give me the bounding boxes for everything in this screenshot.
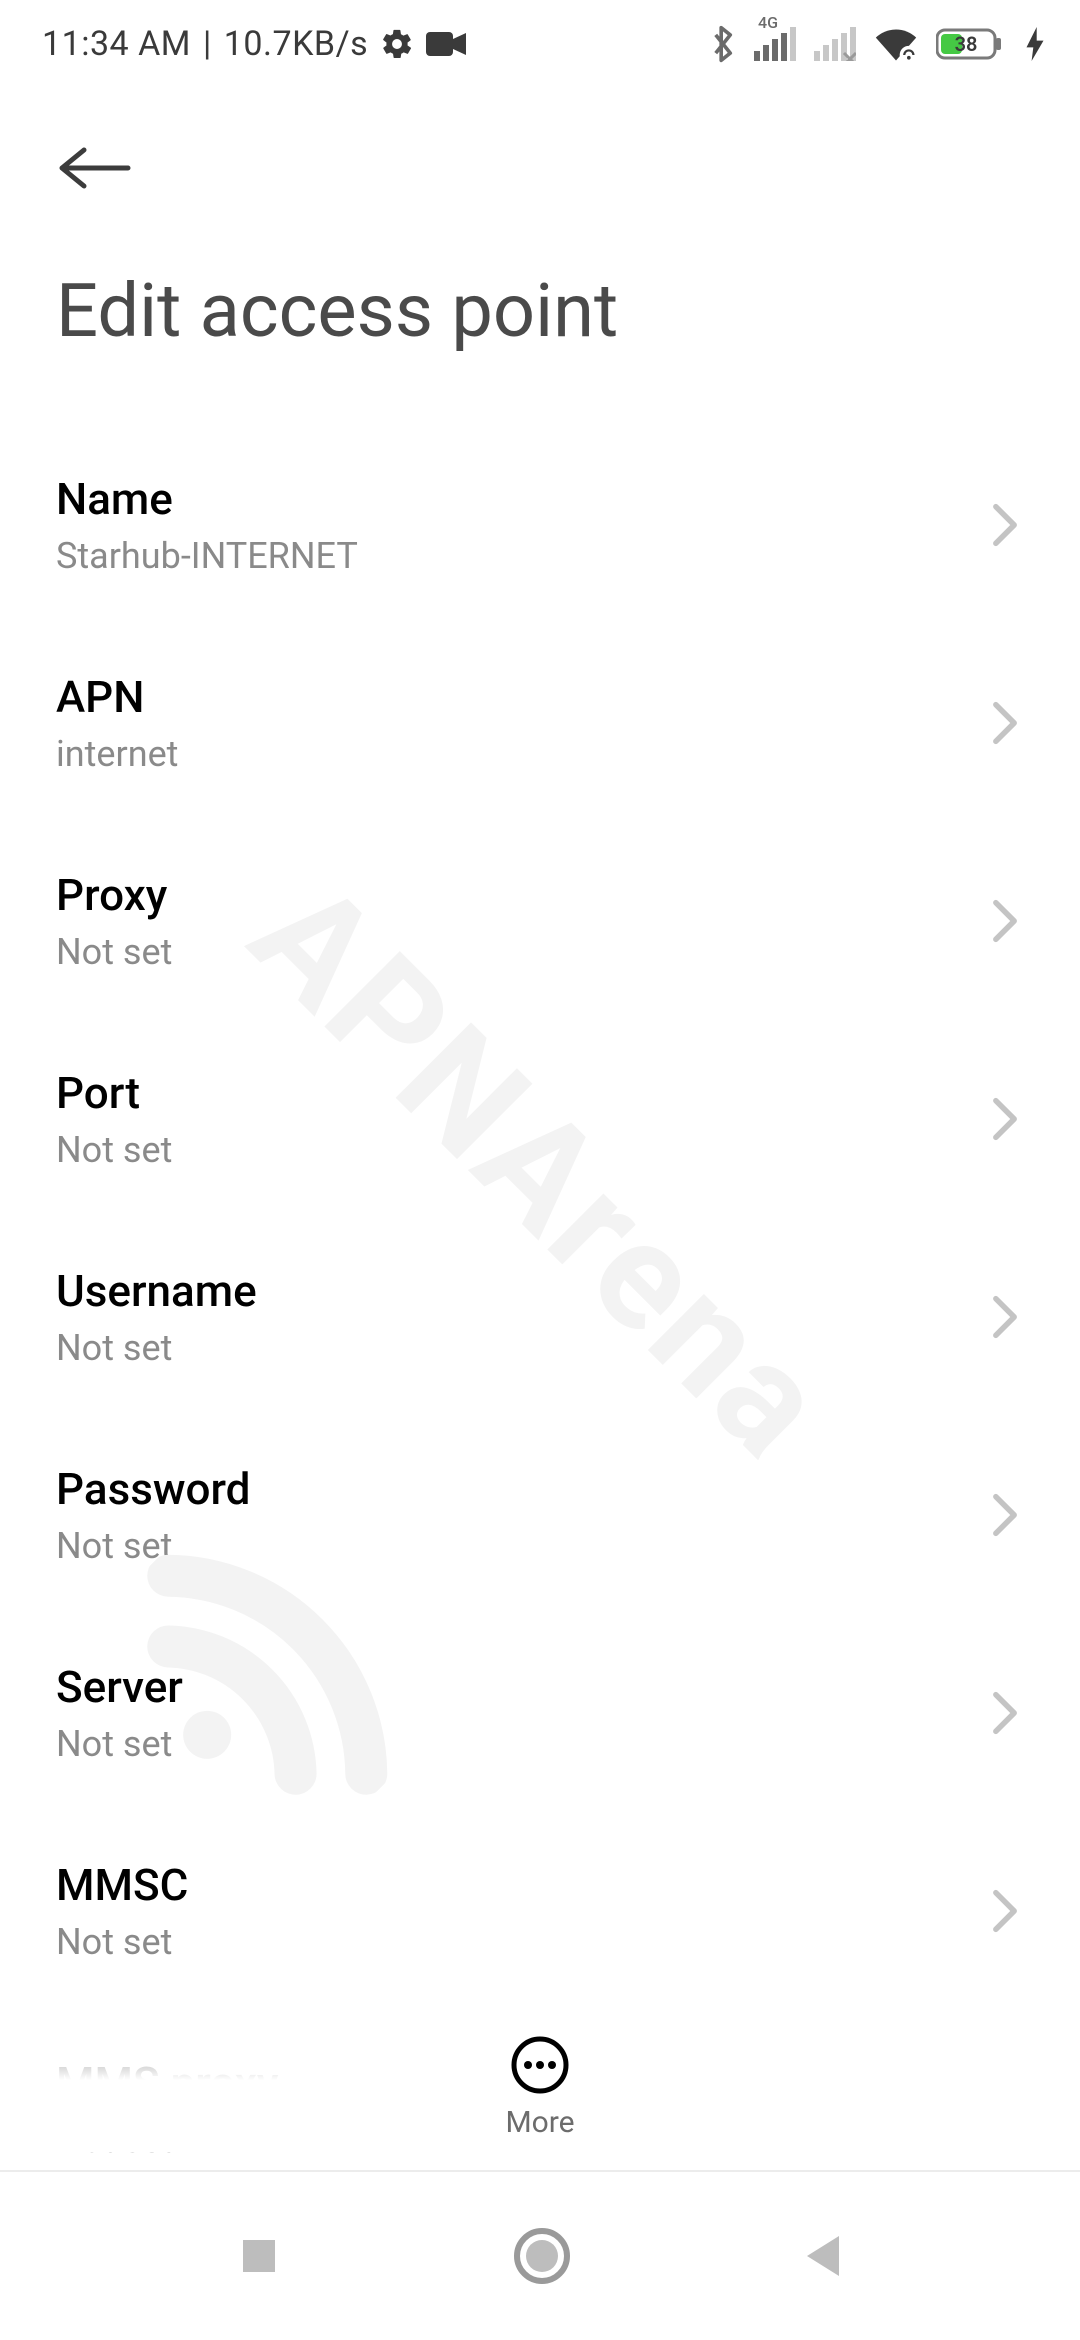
row-label: Proxy [56, 869, 172, 921]
status-right-cluster: 4G [710, 24, 1044, 64]
row-label: Server [56, 1661, 183, 1713]
row-value: Not set [56, 1921, 188, 1963]
row-label: Password [56, 1463, 250, 1515]
wifi-icon [874, 27, 918, 61]
system-nav-bar [0, 2170, 1080, 2340]
chevron-right-icon [992, 1097, 1018, 1141]
page-title: Edit access point [0, 196, 1080, 427]
chevron-right-icon [992, 1493, 1018, 1537]
row-value: internet [56, 733, 178, 775]
chevron-right-icon [992, 899, 1018, 943]
chevron-right-icon [992, 1295, 1018, 1339]
row-port[interactable]: Port Not set [56, 1021, 1024, 1219]
row-value: Starhub-INTERNET [56, 535, 358, 577]
status-time: 11:34 AM [42, 24, 191, 64]
chevron-right-icon [992, 1691, 1018, 1735]
back-button[interactable] [56, 144, 134, 192]
status-separator: | [203, 24, 212, 64]
nav-recents-button[interactable] [235, 2232, 283, 2280]
chevron-right-icon [992, 503, 1018, 547]
row-label: APN [56, 671, 178, 723]
row-value: Not set [56, 1525, 250, 1567]
battery-icon: 38 [936, 27, 1008, 61]
network-type-badge: 4G [758, 13, 778, 32]
row-username[interactable]: Username Not set [56, 1219, 1024, 1417]
charging-bolt-icon [1026, 27, 1044, 61]
row-label: MMSC [56, 1859, 188, 1911]
row-label: Port [56, 1067, 172, 1119]
row-password[interactable]: Password Not set [56, 1417, 1024, 1615]
row-server[interactable]: Server Not set [56, 1615, 1024, 1813]
more-label: More [505, 2105, 574, 2140]
signal-sim1-icon: 4G [754, 27, 796, 61]
battery-percent-text: 38 [955, 32, 978, 56]
chevron-right-icon [992, 1889, 1018, 1933]
more-circle-icon [510, 2035, 570, 2095]
gear-icon [380, 27, 414, 61]
chevron-right-icon [992, 701, 1018, 745]
status-left-cluster: 11:34 AM | 10.7KB/s [42, 24, 466, 64]
row-proxy[interactable]: Proxy Not set [56, 823, 1024, 1021]
signal-sim2-icon [814, 27, 856, 61]
nav-back-button[interactable] [801, 2232, 845, 2280]
row-apn[interactable]: APN internet [56, 625, 1024, 823]
more-button[interactable]: More [0, 2035, 1080, 2140]
row-label: Username [56, 1265, 257, 1317]
row-value: Not set [56, 1327, 257, 1369]
row-value: Not set [56, 1129, 172, 1171]
nav-home-button[interactable] [513, 2227, 571, 2285]
row-name[interactable]: Name Starhub-INTERNET [56, 427, 1024, 625]
row-value: Not set [56, 931, 172, 973]
row-mmsc[interactable]: MMSC Not set [56, 1813, 1024, 2011]
row-value: Not set [56, 1723, 183, 1765]
camera-icon [426, 30, 466, 58]
status-net-speed: 10.7KB/s [224, 24, 368, 64]
row-label: Name [56, 473, 358, 525]
bluetooth-icon [710, 24, 736, 64]
status-bar: 11:34 AM | 10.7KB/s 4G [0, 0, 1080, 88]
settings-list: Name Starhub-INTERNET APN internet Proxy… [0, 427, 1080, 2209]
